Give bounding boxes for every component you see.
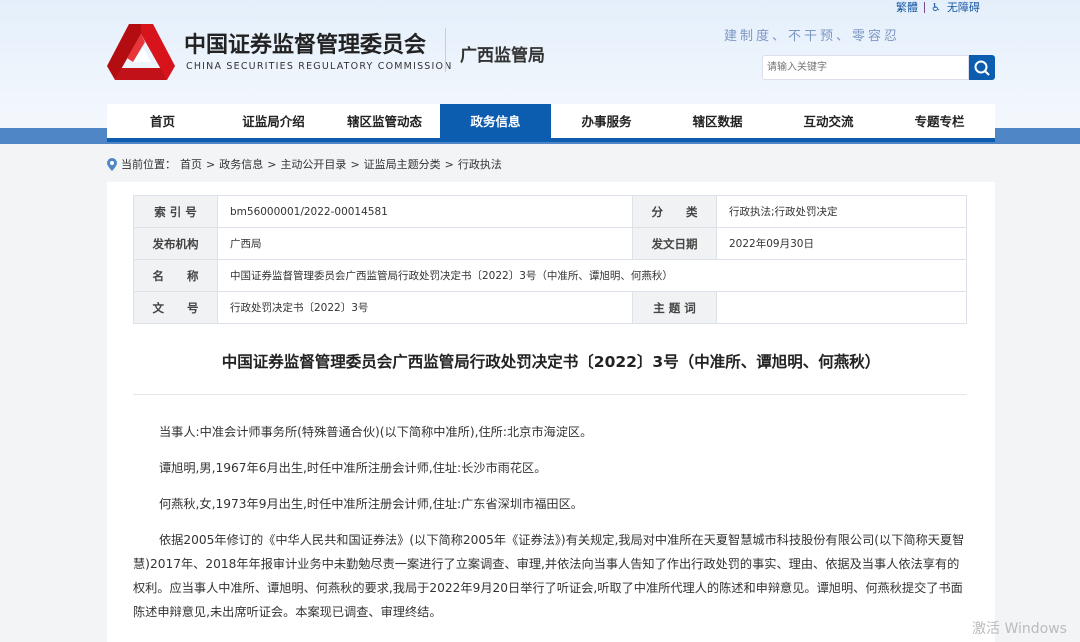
breadcrumb-sep: > [444, 157, 454, 171]
docno-label: 文 号 [133, 291, 218, 324]
issuer-value: 广西局 [217, 227, 633, 260]
location-pin-icon [107, 157, 117, 171]
nav-data[interactable]: 辖区数据 [662, 104, 773, 138]
slogan: 建制度、不干预、零容忍 [724, 29, 901, 44]
windows-activation-watermark: 激活 Windows [972, 621, 1067, 637]
breadcrumb-enforcement[interactable]: 行政执法 [458, 156, 502, 172]
top-links: 繁體 ♿ 无障碍 [896, 0, 980, 15]
breadcrumb-topic[interactable]: 证监局主题分类 [364, 156, 441, 172]
issuer-label: 发布机构 [133, 227, 218, 260]
article-body: 当事人:中准会计师事务所(特殊普通合伙)(以下简称中准所),住所:北京市海淀区。… [133, 420, 967, 624]
paragraph: 当事人:中准会计师事务所(特殊普通合伙)(以下简称中准所),住所:北京市海淀区。 [159, 425, 593, 439]
keywords-value [716, 291, 967, 324]
title-divider [133, 394, 967, 395]
date-label: 发文日期 [632, 227, 717, 260]
search-input[interactable] [762, 55, 969, 80]
article-title: 中国证券监督管理委员会广西监管局行政处罚决定书〔2022〕3号（中准所、谭旭明、… [221, 353, 881, 371]
org-name-cn: 中国证券监督管理委员会 [184, 33, 427, 58]
breadcrumb-sep: > [206, 157, 216, 171]
breadcrumb-home[interactable]: 首页 [180, 156, 202, 172]
paragraph: 何燕秋,女,1973年9月出生,时任中准所注册会计师,住址:广东省深圳市福田区。 [159, 497, 583, 511]
nav-government-info[interactable]: 政务信息 [440, 104, 551, 138]
content-panel: 索 引 号 bm56000001/2022-00014581 分 类 行政执法;… [107, 182, 995, 642]
breadcrumb-catalog[interactable]: 主动公开目录 [280, 156, 346, 172]
header-divider [445, 28, 446, 72]
wheelchair-icon: ♿ [931, 0, 941, 14]
nav-special-topics[interactable]: 专题专栏 [884, 104, 995, 138]
nav-services[interactable]: 办事服务 [551, 104, 662, 138]
accessibility-link[interactable]: 无障碍 [947, 0, 980, 15]
keywords-label: 主 题 词 [632, 291, 717, 324]
main-nav: 首页 证监局介绍 辖区监管动态 政务信息 办事服务 辖区数据 互动交流 专题专栏 [107, 104, 995, 142]
category-value: 行政执法;行政处罚决定 [716, 195, 967, 228]
search-button[interactable] [969, 55, 995, 80]
nav-bureau-intro[interactable]: 证监局介绍 [218, 104, 329, 138]
breadcrumb-prefix: 当前位置： [121, 158, 176, 171]
name-value: 中国证券监督管理委员会广西监管局行政处罚决定书〔2022〕3号（中准所、谭旭明、… [217, 259, 967, 292]
nav-interaction[interactable]: 互动交流 [773, 104, 884, 138]
nav-regulatory-news[interactable]: 辖区监管动态 [329, 104, 440, 138]
paragraph: 谭旭明,男,1967年6月出生,时任中准所注册会计师,住址:长沙市雨花区。 [159, 461, 547, 475]
csrc-logo-icon[interactable] [107, 22, 175, 82]
search-icon [974, 60, 990, 76]
link-separator [924, 1, 925, 13]
metadata-table: 索 引 号 bm56000001/2022-00014581 分 类 行政执法;… [133, 195, 967, 324]
breadcrumb-gov-info[interactable]: 政务信息 [219, 156, 263, 172]
breadcrumb: 当前位置： 首页 > 政务信息 > 主动公开目录 > 证监局主题分类 > 行政执… [107, 156, 502, 172]
date-value: 2022年09月30日 [716, 227, 967, 260]
nav-home[interactable]: 首页 [107, 104, 218, 138]
org-name-en: CHINA SECURITIES REGULATORY COMMISSION [186, 61, 453, 72]
index-value: bm56000001/2022-00014581 [217, 195, 633, 228]
docno-value: 行政处罚决定书〔2022〕3号 [217, 291, 633, 324]
index-label: 索 引 号 [133, 195, 218, 228]
search-bar [762, 55, 995, 80]
breadcrumb-sep: > [350, 157, 360, 171]
traditional-chinese-link[interactable]: 繁體 [896, 0, 918, 15]
bureau-name: 广西监管局 [460, 46, 545, 66]
breadcrumb-sep: > [267, 157, 277, 171]
category-label: 分 类 [632, 195, 717, 228]
name-label: 名 称 [133, 259, 218, 292]
paragraph: 依据2005年修订的《中华人民共和国证券法》(以下简称2005年《证券法》)有关… [133, 533, 965, 619]
